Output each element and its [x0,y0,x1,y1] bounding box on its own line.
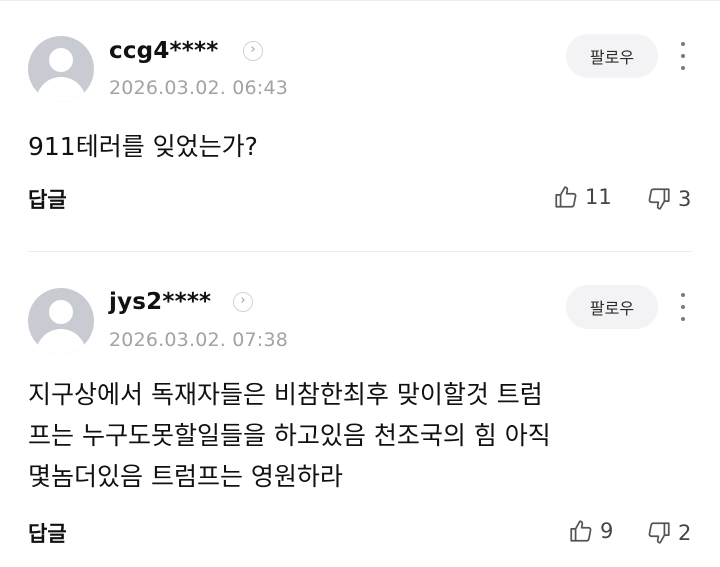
more-vertical-icon[interactable] [672,38,694,74]
chevron-right-icon[interactable]: › [233,292,253,312]
comment-text-line: 지구상에서 독재자들은 비참한최후 맞이할것 트럼 [28,380,543,409]
like-button[interactable]: 11 [553,184,612,210]
thumbs-down-icon [648,188,670,210]
timestamp: 2026.03.02. 07:38 [109,329,289,351]
comment-content: 911테러를 잊었는가? [28,126,668,167]
timestamp: 2026.03.02. 06:43 [109,77,289,99]
like-button[interactable]: 9 [568,518,613,544]
dislike-button[interactable]: 2 [646,520,691,546]
comment-text-line: 911테러를 잊었는가? [28,132,258,161]
comment-item: ccg4**** › 2026.03.02. 06:43 팔로우 911테러를 … [0,0,720,250]
follow-button[interactable]: 팔로우 [566,34,658,78]
comment-content: 지구상에서 독재자들은 비참한최후 맞이할것 트럼 프는 누구도못할일들을 하고… [28,374,668,497]
thumbs-up-icon [570,520,592,542]
comment-text-line: 몇놈더있음 트럼프는 영원하라 [28,462,343,491]
reply-button[interactable]: 답글 [28,518,67,548]
avatar[interactable] [28,288,94,354]
follow-button[interactable]: 팔로우 [566,285,658,329]
like-count: 9 [600,519,614,543]
like-count: 11 [585,185,612,209]
dislike-count: 3 [678,187,692,211]
thumbs-up-icon [555,186,577,208]
comment-item: jys2**** › 2026.03.02. 07:38 팔로우 지구상에서 독… [0,252,720,567]
reply-button[interactable]: 답글 [28,184,67,214]
dislike-button[interactable]: 3 [646,186,691,212]
username[interactable]: jys2**** [109,289,211,315]
dislike-count: 2 [678,521,692,545]
comment-text-line: 프는 누구도못할일들을 하고있음 천조국의 힘 아직 [28,421,551,450]
chevron-right-icon[interactable]: › [243,41,263,61]
thumbs-down-icon [648,522,670,544]
avatar[interactable] [28,36,94,102]
username[interactable]: ccg4**** [109,38,218,64]
more-vertical-icon[interactable] [672,289,694,325]
